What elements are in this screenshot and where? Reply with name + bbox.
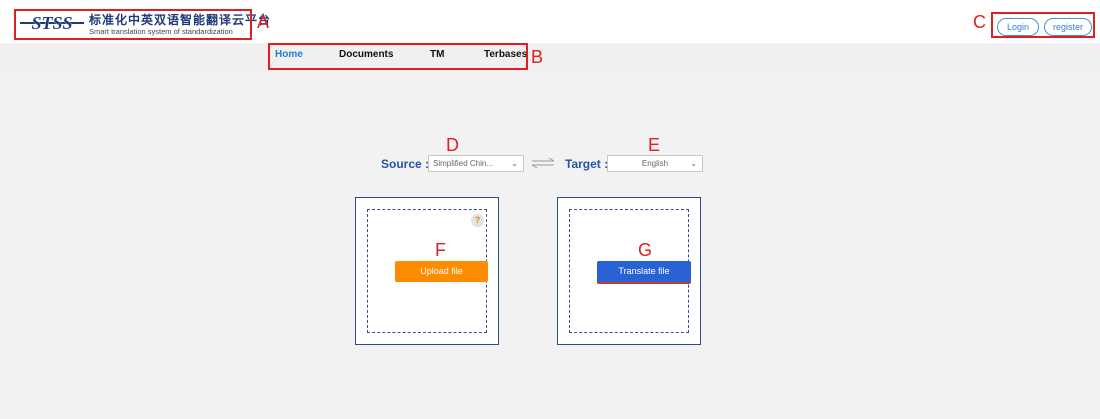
annotation-box-b <box>268 43 528 70</box>
translate-file-button[interactable]: Translate file <box>597 261 691 284</box>
source-label: Source : <box>381 157 430 171</box>
chevron-down-icon: ⌄ <box>690 159 697 168</box>
source-language-value: Simplified Chin... <box>433 159 494 168</box>
annotation-label-a: A <box>257 12 270 32</box>
annotation-label-g: G <box>638 240 653 260</box>
annotation-box-a <box>14 9 252 40</box>
nav-bar <box>0 43 1100 70</box>
annotation-label-d: D <box>446 135 459 155</box>
annotation-label-f: F <box>435 240 446 260</box>
annotation-label-e: E <box>648 135 661 155</box>
source-language-select[interactable]: Simplified Chin... ⌄ <box>428 155 524 172</box>
annotation-label-c: C <box>973 12 986 32</box>
target-language-select[interactable]: English ⌄ <box>607 155 703 172</box>
swap-arrows-icon[interactable] <box>530 157 556 169</box>
target-language-value: English <box>641 159 669 168</box>
annotation-box-c <box>991 12 1095 38</box>
help-icon[interactable]: ? <box>471 214 484 227</box>
target-label: Target : <box>565 157 609 171</box>
upload-file-button[interactable]: Upload file <box>395 261 488 282</box>
chevron-down-icon: ⌄ <box>511 159 518 168</box>
annotation-label-b: B <box>531 47 544 67</box>
